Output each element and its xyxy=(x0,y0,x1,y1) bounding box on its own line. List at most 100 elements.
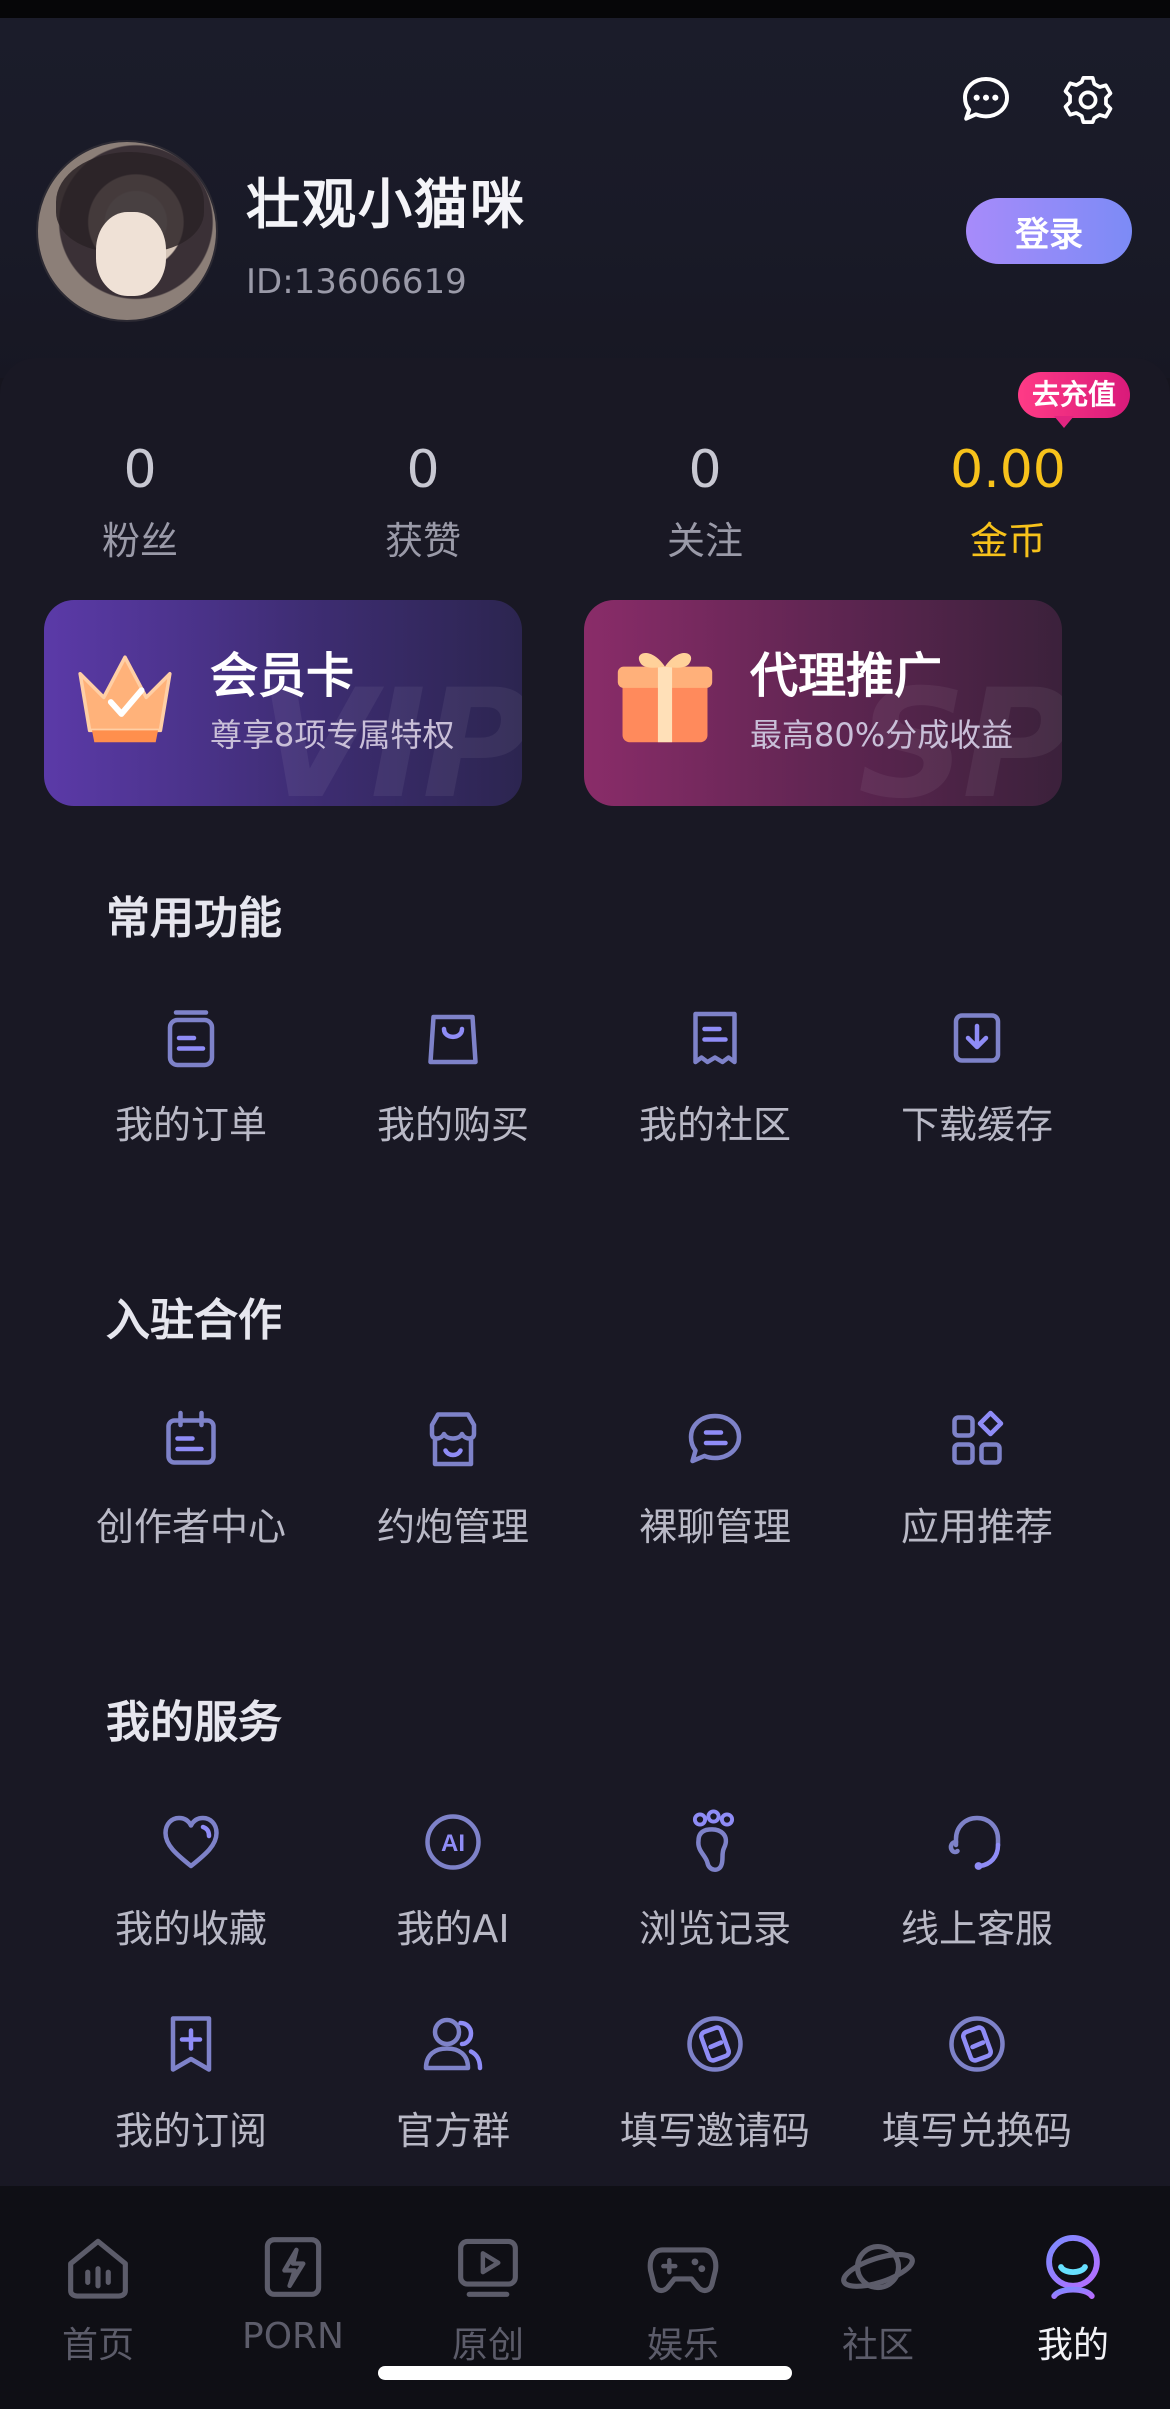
tab-entertainment[interactable]: 娱乐 xyxy=(585,2226,781,2368)
menu-item-label: 我的AI xyxy=(396,1907,510,1951)
menu-item-download-cache[interactable]: 下载缓存 xyxy=(846,1002,1108,1149)
menu-item-label: 我的订单 xyxy=(114,1103,267,1147)
menu-item-my-purchases[interactable]: 我的购买 xyxy=(322,1002,584,1149)
menu-item-label: 填写邀请码 xyxy=(619,2109,810,2153)
menu-item-customer-service[interactable]: 线上客服 xyxy=(846,1806,1108,1953)
menu-item-redeem-code[interactable]: 填写兑换码 xyxy=(846,2008,1108,2155)
menu-item-label: 我的购买 xyxy=(376,1103,529,1147)
tab-original[interactable]: 原创 xyxy=(390,2226,586,2368)
menu-item-label: 浏览记录 xyxy=(638,1907,791,1951)
home-indicator xyxy=(378,2366,792,2380)
crown-icon xyxy=(78,655,172,743)
user-id: ID:13606619 xyxy=(246,262,467,302)
tab-label: 娱乐 xyxy=(646,2325,719,2366)
menu-item-label: 我的订阅 xyxy=(114,2109,267,2153)
menu-item-label: 约炮管理 xyxy=(376,1505,529,1549)
menu-item-label: 下载缓存 xyxy=(900,1103,1053,1147)
menu-item-label: 填写兑换码 xyxy=(881,2109,1072,2153)
stat-label: 金币 xyxy=(969,519,1046,563)
settings-button[interactable] xyxy=(1058,70,1118,130)
footprint-icon xyxy=(692,1809,735,1872)
status-bar xyxy=(0,0,1170,18)
tab-mine[interactable]: 我的 xyxy=(975,2226,1170,2368)
agent-card[interactable]: SP 代理推广 最高80%分成收益 xyxy=(584,600,1062,806)
tab-label: 原创 xyxy=(451,2325,524,2366)
home-icon xyxy=(68,2238,128,2299)
username: 壮观小猫咪 xyxy=(246,173,526,236)
stat-fans[interactable]: 0 粉丝 xyxy=(40,440,240,565)
tab-label: PORN xyxy=(242,2316,344,2357)
receipt-icon xyxy=(693,1011,737,1065)
menu-item-label: 线上客服 xyxy=(900,1907,1053,1951)
login-button[interactable]: 登录 xyxy=(966,198,1132,264)
menu-item-history[interactable]: 浏览记录 xyxy=(584,1806,846,1953)
card-subtitle: 最高80%分成收益 xyxy=(750,716,1014,754)
recharge-badge[interactable]: 去充值 xyxy=(1018,372,1131,428)
menu-item-label: 裸聊管理 xyxy=(638,1505,791,1549)
menu-item-favorites[interactable]: 我的收藏 xyxy=(60,1806,322,1953)
menu-item-label: 应用推荐 xyxy=(900,1505,1053,1549)
tab-label: 我的 xyxy=(1036,2325,1109,2366)
chat-bubble-icon xyxy=(963,77,1009,121)
group-icon xyxy=(423,2017,483,2071)
profile-header: 壮观小猫咪 ID:13606619 登录 xyxy=(0,18,1170,378)
stat-coins[interactable]: 0.00 金币 xyxy=(908,440,1108,565)
play-screen-icon xyxy=(458,2238,518,2297)
shopping-bag-icon xyxy=(428,1014,478,1065)
section-title-service: 我的服务 xyxy=(106,1697,282,1748)
apps-grid-icon xyxy=(952,1410,1004,1465)
stat-label: 获赞 xyxy=(384,519,461,563)
section-title-common: 常用功能 xyxy=(106,893,282,944)
download-icon xyxy=(953,1013,1001,1063)
stat-label: 关注 xyxy=(666,519,743,563)
heart-icon xyxy=(163,1815,219,1869)
chat-icon xyxy=(688,1413,742,1464)
tab-home[interactable]: 首页 xyxy=(0,2226,196,2368)
tab-porn[interactable]: PORN xyxy=(195,2226,391,2357)
tab-label: 首页 xyxy=(61,2325,134,2366)
planet-icon xyxy=(841,2243,915,2291)
ai-icon: AI xyxy=(425,1814,481,1870)
menu-item-date-management[interactable]: 约炮管理 xyxy=(322,1404,584,1551)
stat-value: 0.00 xyxy=(950,440,1066,500)
gear-icon xyxy=(1063,75,1113,125)
menu-item-my-orders[interactable]: 我的订单 xyxy=(60,1002,322,1149)
redeem-code-icon xyxy=(949,2016,1005,2072)
stat-value: 0 xyxy=(406,440,440,500)
bookmark-plus-icon xyxy=(170,2016,212,2072)
profile-icon xyxy=(1046,2235,1100,2299)
menu-item-label: 我的收藏 xyxy=(114,1907,267,1951)
card-title: 代理推广 xyxy=(750,648,943,704)
store-icon xyxy=(429,1412,477,1467)
headset-icon xyxy=(948,1815,1001,1870)
order-box-icon xyxy=(167,1010,215,1068)
stat-likes[interactable]: 0 获赞 xyxy=(323,440,523,565)
menu-item-my-ai[interactable]: AI 我的AI xyxy=(322,1806,584,1953)
menu-item-label: 创作者中心 xyxy=(95,1505,286,1549)
stat-following[interactable]: 0 关注 xyxy=(605,440,805,565)
menu-item-subscriptions[interactable]: 我的订阅 xyxy=(60,2008,322,2155)
menu-item-label: 我的社区 xyxy=(638,1103,791,1147)
invite-code-icon xyxy=(687,2016,743,2072)
tab-community[interactable]: 社区 xyxy=(780,2226,976,2368)
stat-value: 0 xyxy=(688,440,722,500)
tab-label: 社区 xyxy=(841,2325,914,2366)
message-button[interactable] xyxy=(956,70,1016,130)
stat-value: 0 xyxy=(123,440,157,500)
lightning-icon xyxy=(264,2237,322,2297)
menu-item-app-recommend[interactable]: 应用推荐 xyxy=(846,1404,1108,1551)
avatar[interactable] xyxy=(36,140,218,322)
menu-item-invite-code[interactable]: 填写邀请码 xyxy=(584,2008,846,2155)
gamepad-icon xyxy=(647,2247,719,2294)
menu-item-my-community[interactable]: 我的社区 xyxy=(584,1002,846,1149)
menu-item-creator-center[interactable]: 创作者中心 xyxy=(60,1404,322,1551)
stat-label: 粉丝 xyxy=(101,519,178,563)
vip-card[interactable]: VIP 会员卡 尊享8项专属特权 xyxy=(44,600,522,806)
menu-item-chat-management[interactable]: 裸聊管理 xyxy=(584,1404,846,1551)
card-title: 会员卡 xyxy=(210,648,355,704)
menu-item-label: 官方群 xyxy=(395,2109,510,2153)
svg-text:AI: AI xyxy=(441,1830,465,1857)
section-title-partner: 入驻合作 xyxy=(106,1295,282,1346)
menu-item-official-group[interactable]: 官方群 xyxy=(322,2008,584,2155)
gift-box-icon xyxy=(617,653,713,743)
